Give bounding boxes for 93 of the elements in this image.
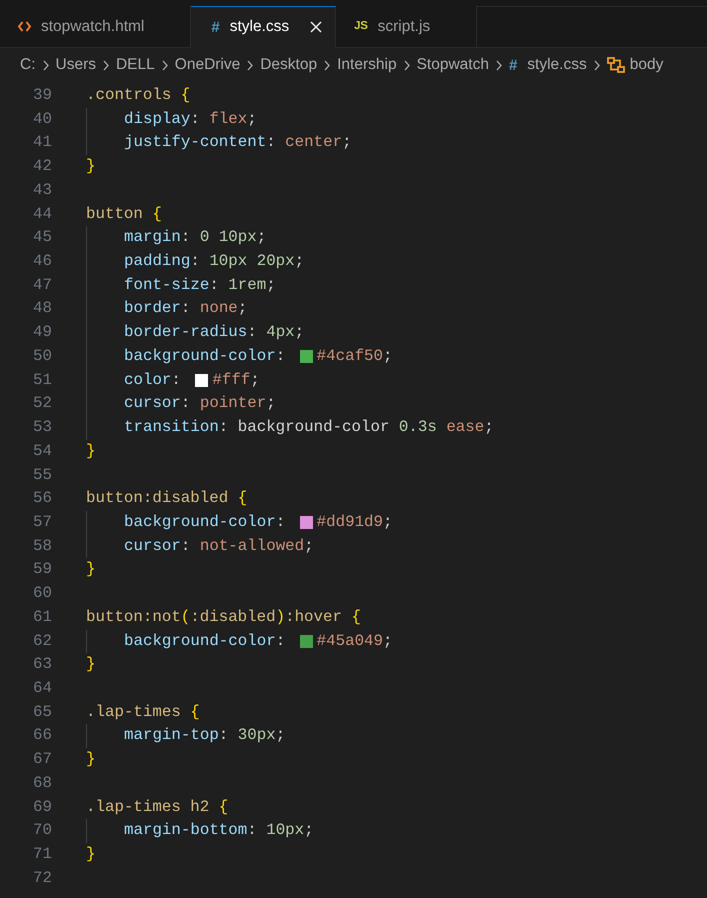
line-number: 72 bbox=[32, 868, 52, 889]
line-number: 59 bbox=[32, 559, 52, 580]
code-text: border: none; bbox=[124, 298, 248, 320]
line-number: 56 bbox=[32, 488, 52, 510]
code-text: button:disabled { bbox=[86, 488, 248, 510]
line-number: 68 bbox=[32, 772, 52, 794]
code-text: cursor: not-allowed; bbox=[124, 536, 314, 557]
editor-tab[interactable]: # style.css bbox=[191, 6, 336, 48]
line-number: 42 bbox=[32, 156, 52, 178]
breadcrumb-item[interactable]: Intership bbox=[337, 56, 397, 74]
code-text: padding: 10px 20px; bbox=[124, 251, 304, 272]
line-number: 44 bbox=[32, 204, 52, 225]
line-number: 67 bbox=[32, 749, 52, 770]
code-text: #fff; bbox=[212, 370, 260, 391]
code-text: } bbox=[86, 440, 96, 462]
line-number: 61 bbox=[32, 606, 52, 628]
code-text: background-color: bbox=[124, 346, 286, 367]
code-text: display: flex; bbox=[124, 108, 257, 130]
line-number: 39 bbox=[32, 85, 52, 106]
code-text: color: bbox=[124, 370, 182, 391]
line-number: 66 bbox=[32, 725, 52, 746]
line-number: 62 bbox=[32, 630, 52, 652]
line-number: 49 bbox=[32, 322, 52, 344]
line-number: 69 bbox=[32, 796, 52, 818]
code-text: #4caf50; bbox=[316, 346, 392, 367]
file-type-icon: JS bbox=[354, 20, 368, 32]
breadcrumb-item[interactable]: # style.css bbox=[508, 56, 587, 74]
code-text: background-color: bbox=[124, 630, 286, 652]
line-number: 63 bbox=[32, 654, 52, 676]
breadcrumb-item[interactable]: OneDrive bbox=[174, 56, 240, 74]
code-text: justify-content: center; bbox=[124, 132, 352, 154]
code-text: } bbox=[86, 559, 96, 580]
code-text: margin-top: 30px; bbox=[124, 725, 286, 746]
chevron-right-icon bbox=[102, 60, 109, 70]
line-number: 53 bbox=[32, 417, 52, 438]
close-icon bbox=[310, 21, 322, 33]
line-number: 46 bbox=[32, 251, 52, 272]
code-text: transition: background-color 0.3s ease; bbox=[124, 417, 494, 438]
file-type-icon: # bbox=[211, 20, 220, 34]
line-number: 55 bbox=[32, 464, 52, 486]
line-number: 71 bbox=[32, 844, 52, 865]
code-text: } bbox=[86, 844, 96, 865]
line-number: 43 bbox=[32, 180, 52, 201]
code-text: } bbox=[86, 749, 96, 770]
line-number: 57 bbox=[32, 512, 52, 533]
code-text: margin: 0 10px; bbox=[124, 227, 266, 248]
code-text: font-size: 1rem; bbox=[124, 274, 276, 296]
close-button[interactable] bbox=[309, 20, 324, 34]
code-text: #45a049; bbox=[316, 630, 392, 652]
code-text: border-radius: 4px; bbox=[124, 322, 304, 344]
code-text: .lap-times { bbox=[86, 702, 200, 723]
angle-brackets-icon bbox=[18, 21, 31, 32]
breadcrumb-item[interactable]: DELL bbox=[116, 56, 155, 74]
line-number: 52 bbox=[32, 393, 52, 414]
line-number: 70 bbox=[32, 820, 52, 842]
line-number: 47 bbox=[32, 274, 52, 296]
breadcrumb-item[interactable]: body bbox=[606, 56, 664, 74]
code-text: #dd91d9; bbox=[316, 512, 392, 533]
chevron-right-icon bbox=[324, 60, 330, 70]
code-text: button { bbox=[86, 204, 162, 225]
line-number: 64 bbox=[32, 678, 52, 699]
code-text: .lap-times h2 { bbox=[86, 796, 228, 818]
editor-tab[interactable]: stopwatch.html bbox=[0, 6, 192, 48]
line-number: 41 bbox=[32, 132, 52, 154]
line-number: 58 bbox=[32, 536, 52, 557]
code-text: } bbox=[86, 156, 96, 178]
line-number: 65 bbox=[32, 702, 52, 723]
breadcrumb-item[interactable]: Users bbox=[56, 56, 96, 74]
line-number: 60 bbox=[32, 583, 52, 604]
code-text: button:not(:disabled):hover { bbox=[86, 606, 361, 628]
code-text: .controls { bbox=[86, 85, 190, 106]
line-number: 45 bbox=[32, 227, 52, 248]
breadcrumb-item[interactable]: C: bbox=[20, 56, 36, 74]
linked-squares-icon bbox=[606, 57, 625, 73]
chevron-right-icon bbox=[42, 60, 48, 70]
editor-tab[interactable]: JS script.js bbox=[336, 6, 478, 48]
line-number: 51 bbox=[32, 370, 52, 391]
chevron-right-icon bbox=[404, 60, 410, 70]
breadcrumb-item[interactable]: Stopwatch bbox=[416, 56, 489, 74]
line-number: 50 bbox=[32, 346, 52, 367]
line-number: 48 bbox=[32, 298, 52, 320]
chevron-right-icon bbox=[247, 60, 254, 70]
breadcrumb-item[interactable]: Desktop bbox=[260, 56, 318, 74]
chevron-right-icon bbox=[594, 60, 600, 70]
code-text: background-color: bbox=[124, 512, 286, 533]
chevron-right-icon bbox=[496, 60, 502, 70]
chevron-right-icon bbox=[162, 60, 168, 70]
line-number: 54 bbox=[32, 440, 52, 462]
code-text: } bbox=[86, 654, 96, 676]
code-text: margin-bottom: 10px; bbox=[124, 820, 314, 842]
line-number: 40 bbox=[32, 108, 52, 130]
file-type-icon: # bbox=[508, 58, 518, 72]
code-text: cursor: pointer; bbox=[124, 393, 276, 414]
